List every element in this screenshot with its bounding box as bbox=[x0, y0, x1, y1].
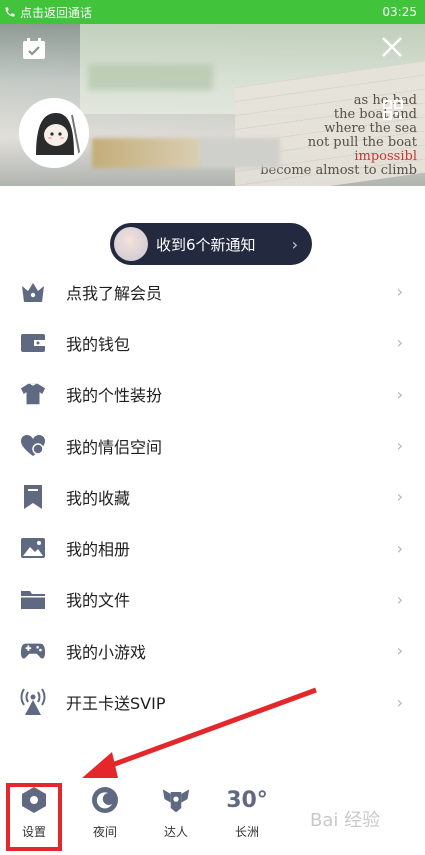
notification-avatar bbox=[114, 227, 148, 261]
night-label: 夜间 bbox=[92, 825, 117, 839]
chevron-right-icon: › bbox=[396, 436, 403, 456]
night-mode-button[interactable]: 夜间 bbox=[77, 785, 133, 845]
clock: 03:25 bbox=[382, 5, 417, 19]
close-icon[interactable] bbox=[381, 36, 403, 58]
heart-icon bbox=[20, 433, 46, 459]
menu-item-favorites[interactable]: 我的收藏 › bbox=[0, 471, 425, 522]
menu-label: 我的情侣空间 bbox=[66, 437, 163, 457]
drawer-menu: 点我了解会员 › 我的钱包 › 我的个性装扮 › 我的情侣空间 › 我的收藏 ›… bbox=[0, 266, 425, 728]
wallet-icon bbox=[20, 330, 46, 356]
blurred-nickname bbox=[92, 138, 202, 168]
weather-temperature: 30° bbox=[226, 787, 268, 813]
talent-label: 达人 bbox=[163, 825, 188, 839]
photo-icon bbox=[20, 535, 46, 561]
menu-item-minigames[interactable]: 我的小游戏 › bbox=[0, 625, 425, 676]
menu-label: 开王卡送SVIP bbox=[66, 694, 166, 714]
bookmark-icon bbox=[20, 484, 46, 510]
moon-icon bbox=[90, 785, 120, 815]
return-call-text: 点击返回通话 bbox=[20, 5, 93, 20]
menu-label: 我的钱包 bbox=[66, 334, 131, 354]
watermark: Bai 经验 bbox=[310, 810, 381, 831]
winged-badge-icon bbox=[161, 785, 191, 815]
chevron-right-icon: › bbox=[396, 333, 403, 353]
menu-label: 我的收藏 bbox=[66, 488, 131, 508]
menu-label: 我的文件 bbox=[66, 591, 131, 611]
menu-item-wallet[interactable]: 我的钱包 › bbox=[0, 317, 425, 368]
chevron-right-icon: › bbox=[396, 692, 403, 712]
menu-item-dressup[interactable]: 我的个性装扮 › bbox=[0, 369, 425, 420]
chevron-right-icon: › bbox=[396, 589, 403, 609]
talent-button[interactable]: 达人 bbox=[148, 785, 204, 845]
avatar[interactable] bbox=[19, 98, 89, 168]
weather-button[interactable]: 30° 长洲 bbox=[219, 785, 275, 845]
status-bar[interactable]: 点击返回通话 03:25 bbox=[0, 0, 425, 24]
highlight-box bbox=[6, 783, 62, 851]
chevron-right-icon: › bbox=[396, 487, 403, 507]
chevron-right-icon: › bbox=[396, 641, 403, 661]
menu-label: 我的相册 bbox=[66, 540, 131, 560]
menu-item-vip[interactable]: 点我了解会员 › bbox=[0, 266, 425, 317]
notification-text: 收到6个新通知 bbox=[156, 235, 256, 254]
folder-icon bbox=[20, 586, 46, 612]
menu-item-couple-space[interactable]: 我的情侣空间 › bbox=[0, 420, 425, 471]
phone-icon bbox=[5, 7, 15, 17]
new-notifications-button[interactable]: 收到6个新通知 › bbox=[110, 223, 312, 265]
calendar-check-icon[interactable] bbox=[22, 38, 46, 60]
blurred-signature bbox=[88, 64, 213, 90]
chevron-right-icon: › bbox=[396, 538, 403, 558]
menu-item-files[interactable]: 我的文件 › bbox=[0, 574, 425, 625]
return-to-call[interactable]: 点击返回通话 bbox=[4, 4, 92, 21]
chevron-right-icon: › bbox=[396, 384, 403, 404]
blurred-nickname-extra bbox=[200, 138, 280, 168]
gamepad-icon bbox=[20, 638, 46, 664]
vip-crown-icon bbox=[20, 279, 46, 305]
chevron-right-icon: › bbox=[396, 282, 403, 302]
menu-item-king-card[interactable]: 开王卡送SVIP › bbox=[0, 676, 425, 727]
avatar-grim-reaper-icon bbox=[22, 101, 86, 165]
chevron-right-icon: › bbox=[291, 234, 298, 254]
weather-city-label: 长洲 bbox=[234, 825, 259, 839]
menu-label: 我的小游戏 bbox=[66, 642, 147, 662]
tshirt-icon bbox=[20, 381, 46, 407]
menu-item-album[interactable]: 我的相册 › bbox=[0, 522, 425, 573]
menu-label: 我的个性装扮 bbox=[66, 386, 163, 406]
qr-code-icon[interactable] bbox=[383, 100, 403, 120]
broadcast-tower-icon bbox=[20, 688, 46, 716]
menu-label: 点我了解会员 bbox=[66, 283, 163, 303]
